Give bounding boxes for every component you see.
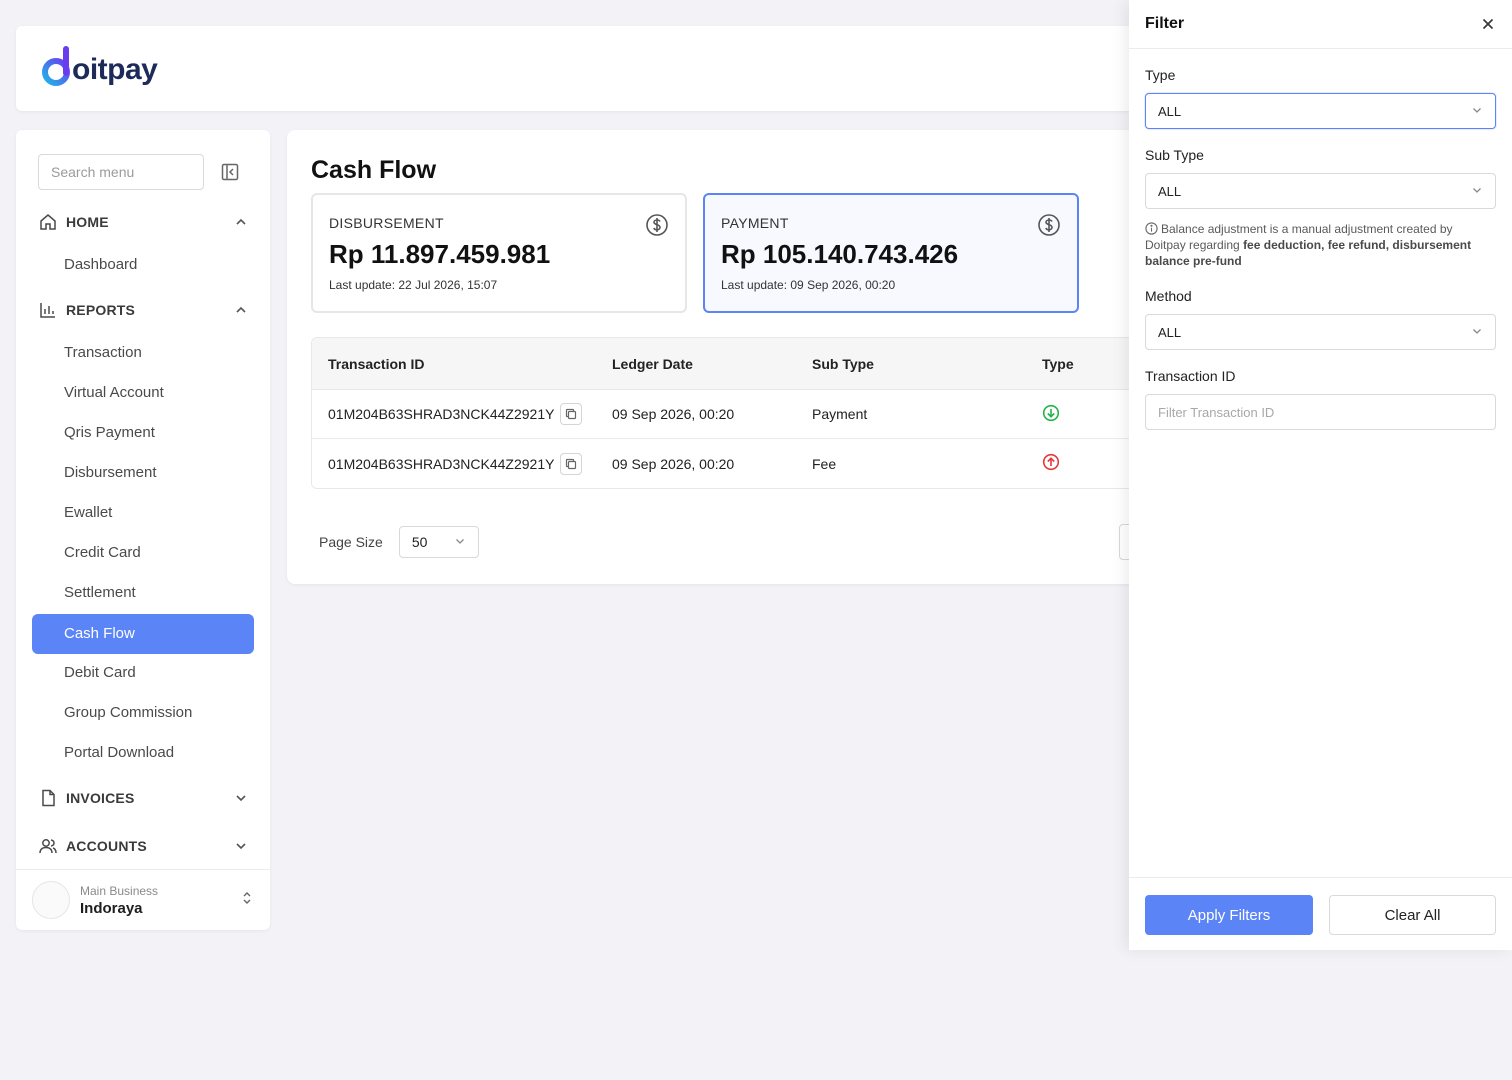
- table-header: Transaction ID Ledger Date Sub Type Type: [312, 338, 1247, 390]
- filter-title: Filter: [1145, 15, 1185, 32]
- nav-group-reports[interactable]: REPORTS: [38, 298, 248, 322]
- clear-all-button[interactable]: Clear All: [1329, 895, 1496, 935]
- page-title: Cash Flow: [311, 156, 437, 184]
- transaction-id-input[interactable]: [1145, 394, 1496, 430]
- nav-group-home[interactable]: HOME: [38, 210, 248, 234]
- chevron-up-down-icon: [240, 891, 254, 910]
- users-icon: [38, 836, 58, 856]
- arrow-down-circle-icon: [1042, 404, 1060, 425]
- type-label: Type: [1145, 67, 1176, 83]
- sub-type: Fee: [812, 455, 837, 472]
- filter-drawer-footer: Apply Filters Clear All: [1129, 877, 1512, 950]
- chevron-down-icon: [1471, 104, 1483, 119]
- chevron-up-icon: [234, 215, 248, 229]
- sidebar-item-debit-card[interactable]: Debit Card: [32, 653, 254, 693]
- close-icon[interactable]: [1480, 16, 1496, 32]
- chevron-down-icon: [1471, 184, 1483, 199]
- logo-text: oitpay: [72, 53, 158, 86]
- business-subtitle: Main Business: [80, 883, 159, 898]
- nav-group-invoices[interactable]: INVOICES: [38, 786, 248, 810]
- sidebar-item-group-commission[interactable]: Group Commission: [32, 693, 254, 733]
- type-value: ALL: [1158, 103, 1182, 119]
- chevron-down-icon: [234, 791, 248, 805]
- top-header: oitpay: [16, 26, 1246, 111]
- nav-group-label: INVOICES: [66, 790, 135, 806]
- transaction-id: 01M204B63SHRAD3NCK44Z2921Y: [328, 455, 555, 472]
- logo-mark-icon: [40, 44, 74, 88]
- nav-group-label: REPORTS: [66, 302, 136, 318]
- card-label: DISBURSEMENT: [329, 215, 444, 231]
- column-header-ledger-date[interactable]: Ledger Date: [612, 356, 812, 372]
- sidebar-item-virtual-account[interactable]: Virtual Account: [32, 373, 254, 413]
- sidebar-item-settlement[interactable]: Settlement: [32, 573, 254, 613]
- disbursement-card[interactable]: DISBURSEMENT Rp 11.897.459.981 Last upda…: [311, 193, 687, 313]
- sidebar-item-cash-flow[interactable]: Cash Flow: [32, 614, 254, 654]
- sub-type-value: ALL: [1158, 183, 1182, 199]
- table-row[interactable]: 01M204B63SHRAD3NCK44Z2921Y 09 Sep 2026, …: [312, 390, 1247, 439]
- nav-group-label: ACCOUNTS: [66, 838, 147, 854]
- sidebar: HOME Dashboard REPORTS Transaction Virtu…: [16, 130, 270, 930]
- filter-drawer: Filter Type ALL Sub Type ALL Balance adj…: [1129, 0, 1512, 950]
- page-size-label: Page Size: [319, 534, 383, 550]
- column-header-sub-type[interactable]: Sub Type: [812, 356, 1042, 372]
- table-row[interactable]: 01M204B63SHRAD3NCK44Z2921Y 09 Sep 2026, …: [312, 439, 1247, 488]
- search-menu-input[interactable]: [38, 154, 204, 190]
- card-value: Rp 105.140.743.426: [721, 239, 959, 269]
- ledger-date: 09 Sep 2026, 00:20: [612, 406, 735, 422]
- filter-drawer-header: Filter: [1129, 0, 1512, 49]
- page-size-value: 50: [411, 534, 428, 550]
- sub-type: Payment: [812, 406, 868, 422]
- sidebar-item-ewallet[interactable]: Ewallet: [32, 493, 254, 533]
- info-icon: [1145, 222, 1158, 235]
- chevron-down-icon: [234, 839, 248, 853]
- method-value: ALL: [1158, 324, 1182, 340]
- transaction-id-label: Transaction ID: [1145, 368, 1236, 384]
- arrow-up-circle-icon: [1042, 453, 1060, 474]
- copy-icon[interactable]: [560, 452, 583, 475]
- apply-filters-button[interactable]: Apply Filters: [1145, 895, 1313, 935]
- card-last-update: Last update: 22 Jul 2026, 15:07: [329, 278, 498, 292]
- dollar-circle-icon: [1037, 213, 1061, 237]
- sidebar-item-credit-card[interactable]: Credit Card: [32, 533, 254, 573]
- sidebar-item-disbursement[interactable]: Disbursement: [32, 453, 254, 493]
- main-content: Cash Flow DISBURSEMENT Rp 11.897.459.981…: [287, 130, 1247, 584]
- sidebar-item-dashboard[interactable]: Dashboard: [32, 245, 254, 285]
- page-size-select[interactable]: 50: [398, 526, 479, 558]
- nav-group-label: HOME: [66, 214, 109, 230]
- transaction-id: 01M204B63SHRAD3NCK44Z2921Y: [328, 406, 555, 422]
- ledger-date: 09 Sep 2026, 00:20: [612, 455, 735, 472]
- payment-card[interactable]: PAYMENT Rp 105.140.743.426 Last update: …: [703, 193, 1079, 313]
- cash-flow-table: Transaction ID Ledger Date Sub Type Type…: [311, 337, 1247, 489]
- sidebar-item-portal-download[interactable]: Portal Download: [32, 733, 254, 773]
- method-label: Method: [1145, 288, 1192, 304]
- dollar-circle-icon: [645, 213, 669, 237]
- doitpay-logo[interactable]: oitpay: [40, 44, 158, 88]
- column-header-transaction-id[interactable]: Transaction ID: [312, 356, 612, 372]
- nav-group-accounts[interactable]: ACCOUNTS: [38, 834, 248, 858]
- chevron-up-icon: [234, 303, 248, 317]
- sub-type-select[interactable]: ALL: [1145, 173, 1496, 209]
- balance-adjustment-note: Balance adjustment is a manual adjustmen…: [1145, 221, 1496, 269]
- document-icon: [38, 788, 58, 808]
- chevron-down-icon: [454, 534, 466, 550]
- copy-icon[interactable]: [560, 403, 583, 425]
- business-switcher[interactable]: Main Business Indoraya: [32, 878, 254, 922]
- type-select[interactable]: ALL: [1145, 93, 1496, 129]
- business-avatar: [32, 881, 70, 919]
- sidebar-collapse-icon[interactable]: [220, 162, 240, 182]
- business-name: Indoraya: [80, 899, 143, 917]
- divider: [16, 869, 270, 870]
- bar-chart-icon: [38, 300, 58, 320]
- sidebar-item-transaction[interactable]: Transaction: [32, 333, 254, 373]
- card-value: Rp 11.897.459.981: [329, 239, 551, 269]
- method-select[interactable]: ALL: [1145, 314, 1496, 350]
- sidebar-item-qris-payment[interactable]: Qris Payment: [32, 413, 254, 453]
- card-label: PAYMENT: [721, 215, 789, 231]
- pagination: Page Size 50: [319, 526, 479, 558]
- chevron-down-icon: [1471, 325, 1483, 340]
- sub-type-label: Sub Type: [1145, 147, 1204, 163]
- home-icon: [38, 212, 58, 232]
- card-last-update: Last update: 09 Sep 2026, 00:20: [721, 278, 896, 292]
